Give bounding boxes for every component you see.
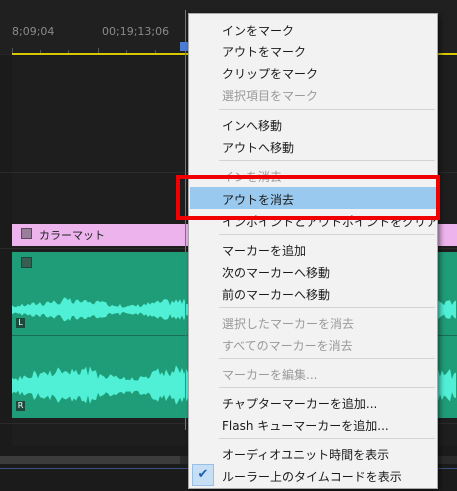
menu-item-add-marker[interactable]: マーカーを追加	[190, 238, 436, 260]
menu-item-mark-selection: 選択項目をマーク	[222, 89, 319, 103]
checkmark-icon: ✔	[192, 464, 214, 486]
menu-item-show-audio-time-units[interactable]: オーディオユニット時間を表示	[190, 442, 436, 464]
menu-item-go-to-out[interactable]: アウトへ移動	[190, 135, 436, 157]
menu-separator	[219, 358, 435, 359]
menu-item-edit-marker: マーカーを編集...	[222, 368, 318, 382]
highlight-annotation	[176, 175, 440, 220]
fx-badge-icon	[21, 228, 32, 239]
menu-item-mark-clip[interactable]: クリップをマーク	[190, 61, 436, 83]
ruler-timecode: 00;19;13;06	[102, 25, 170, 38]
fx-badge-icon	[21, 257, 32, 268]
menu-separator	[219, 109, 435, 110]
clip-name: カラーマット	[39, 229, 105, 242]
menu-item-add-chapter-marker[interactable]: チャプターマーカーを追加...	[190, 391, 436, 413]
ruler-timecode: 8;09;04	[12, 25, 55, 38]
menu-separator	[219, 307, 435, 308]
menu-item-go-to-previous-marker[interactable]: 前のマーカーへ移動	[190, 282, 436, 304]
menu-separator	[219, 438, 435, 439]
menu-item-add-flash-cue-marker[interactable]: Flash キューマーカーを追加...	[190, 413, 436, 435]
menu-item-mark-out[interactable]: アウトをマーク	[190, 39, 436, 61]
menu-separator	[219, 234, 435, 235]
menu-item-go-to-in[interactable]: インへ移動	[190, 113, 436, 135]
scrollbar-thumb[interactable]	[0, 456, 180, 464]
playhead-line[interactable]	[185, 10, 186, 430]
menu-item-mark-in[interactable]: インをマーク	[190, 18, 436, 40]
ruler-context-menu[interactable]: インをマーク アウトをマーク クリップをマーク 選択項目をマーク インへ移動 ア…	[188, 13, 438, 489]
channel-label-left: L	[16, 318, 25, 328]
channel-label-right: R	[16, 401, 25, 411]
menu-separator	[219, 387, 435, 388]
menu-separator	[219, 160, 435, 161]
menu-item-clear-selected-marker: 選択したマーカーを消去	[222, 317, 355, 331]
menu-item-show-ruler-timecode[interactable]: ✔ ルーラー上のタイムコードを表示	[190, 464, 436, 486]
menu-item-go-to-next-marker[interactable]: 次のマーカーへ移動	[190, 260, 436, 282]
menu-item-clear-all-markers: すべてのマーカーを消去	[222, 339, 353, 353]
